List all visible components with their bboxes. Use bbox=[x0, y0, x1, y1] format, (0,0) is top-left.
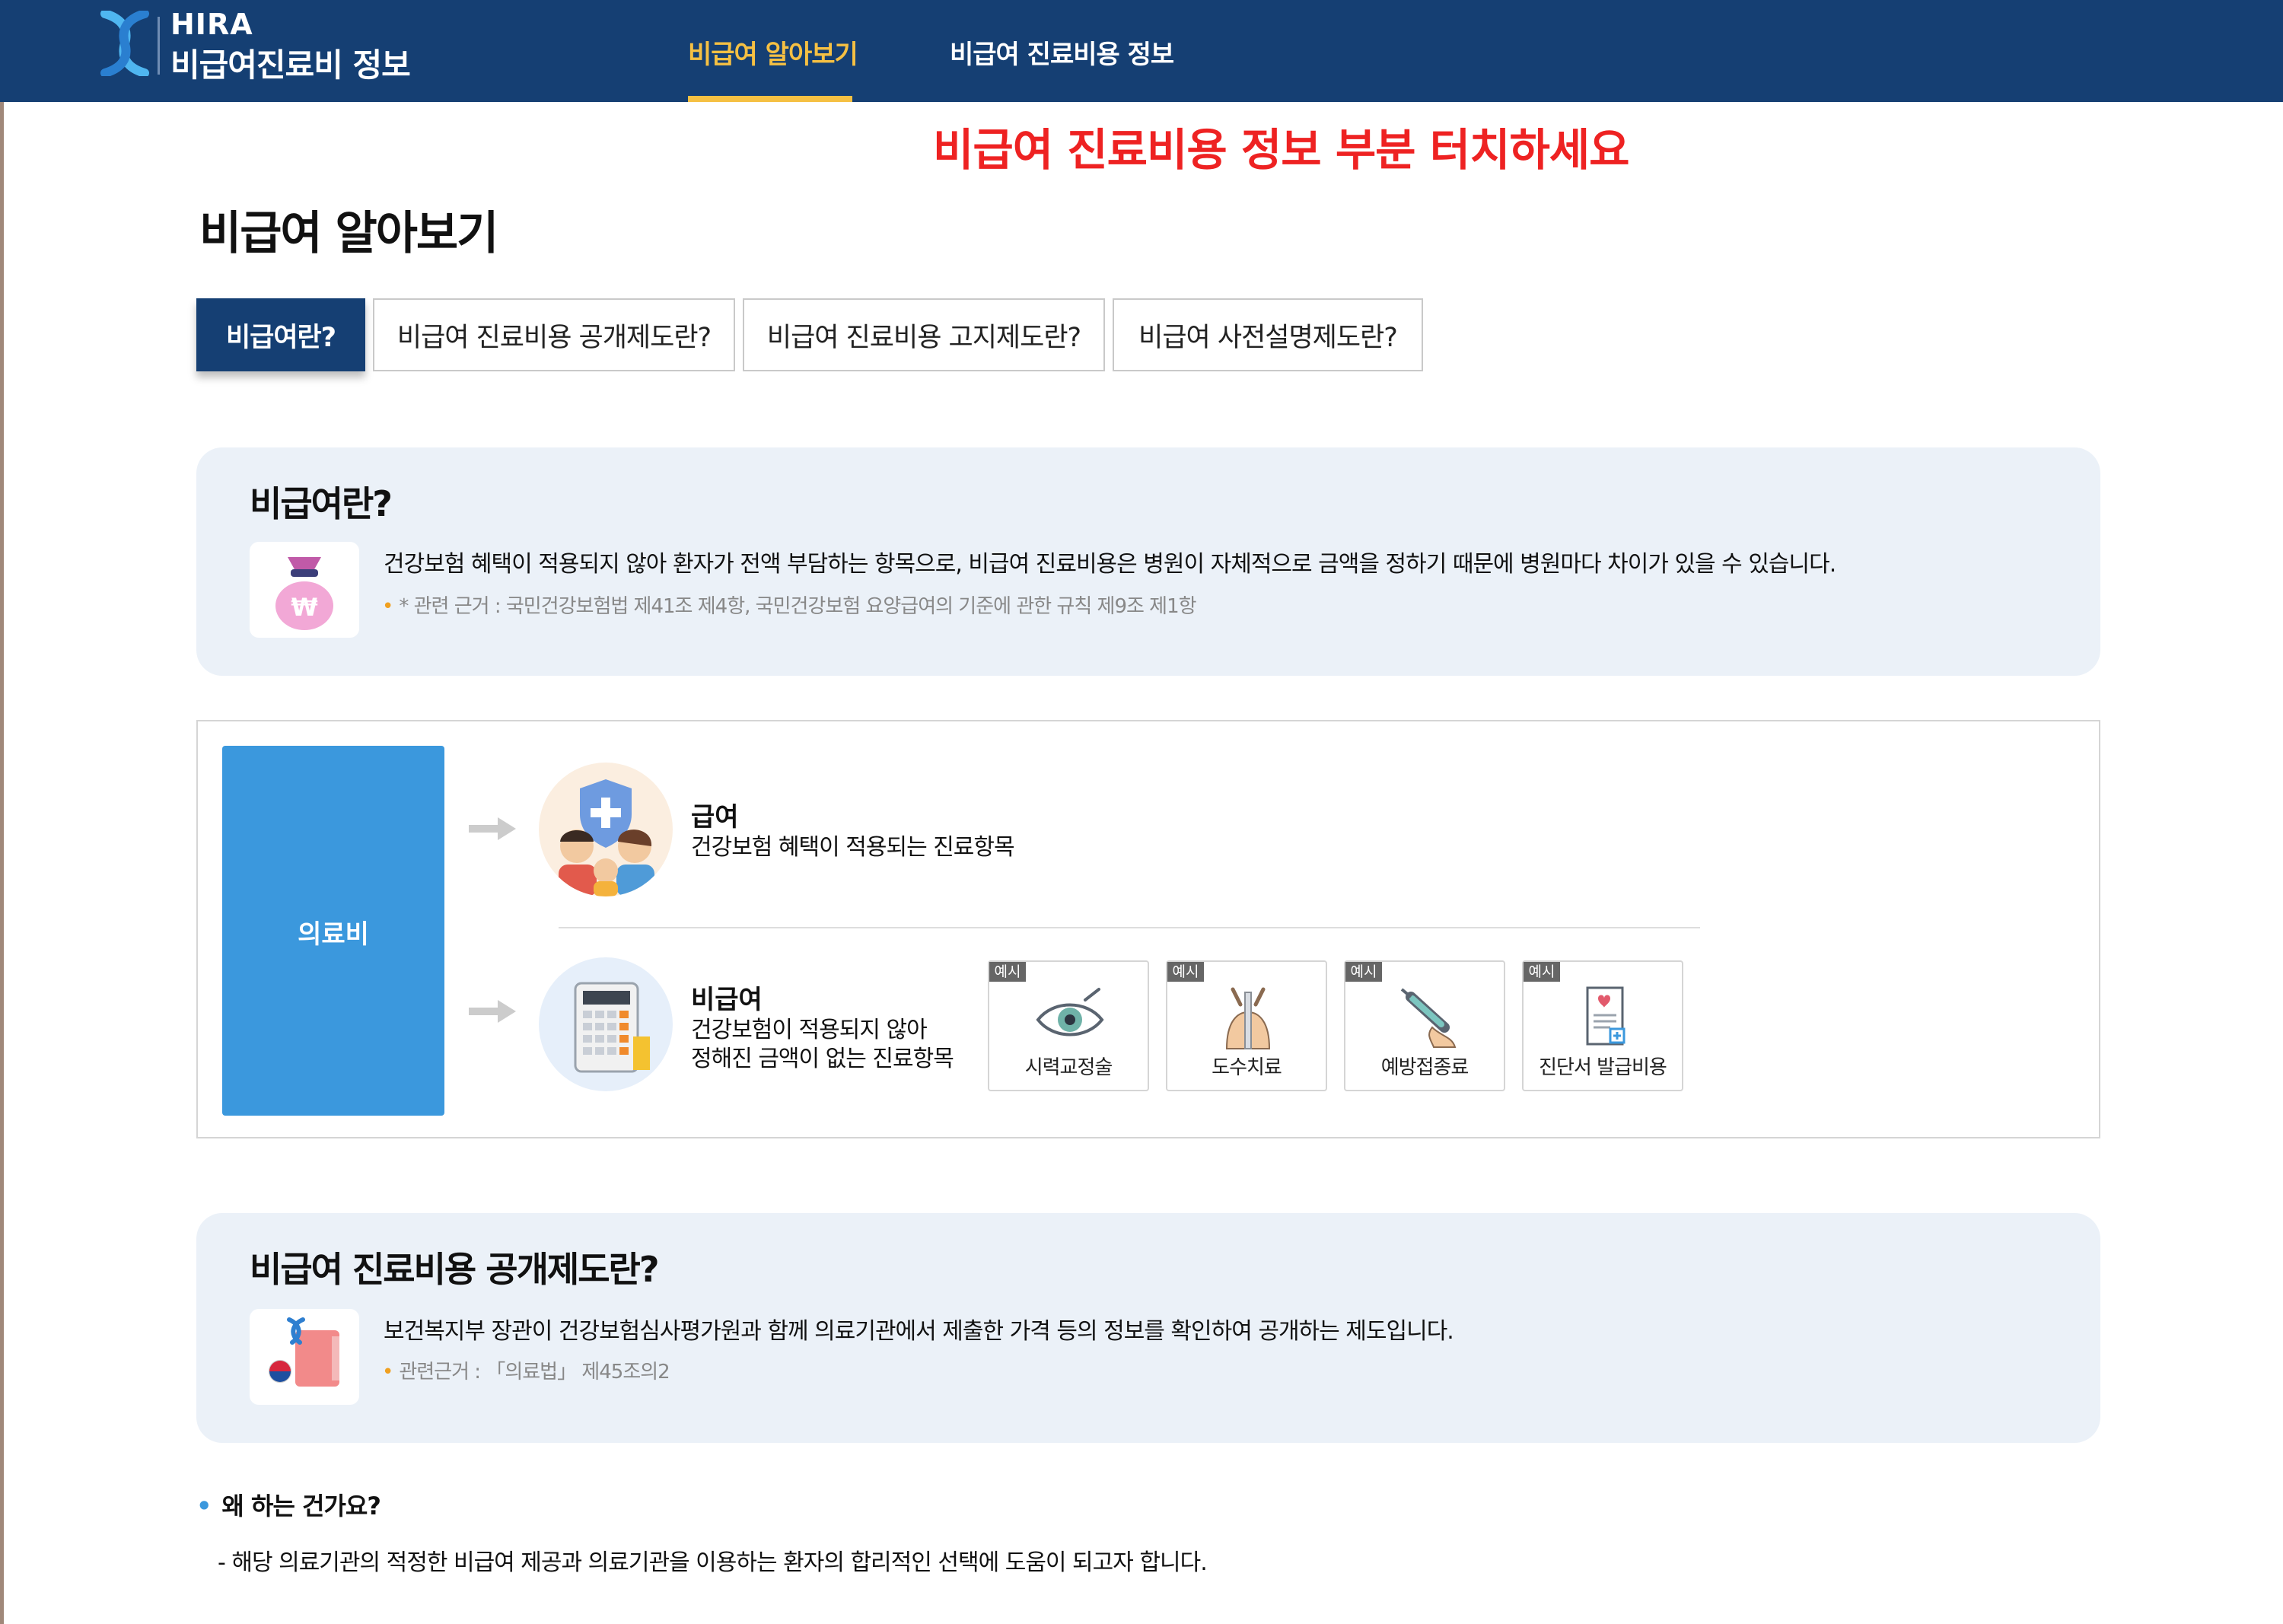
disclosure-book-icon bbox=[250, 1309, 359, 1405]
logo-text-en[interactable]: HIRA bbox=[170, 8, 253, 41]
nav-active-indicator bbox=[688, 96, 852, 102]
cost-disclosure-card: 비급여 진료비용 공개제도란? 보건복지부 장관이 건강보험심사평가원과 함께 … bbox=[196, 1213, 2100, 1443]
card-title: 비급여 진료비용 공개제도란? bbox=[250, 1249, 660, 1290]
example-label: 진단서 발급비용 bbox=[1539, 1056, 1667, 1079]
card-description: 보건복지부 장관이 건강보험심사평가원과 함께 의료기관에서 제출한 가격 등의… bbox=[384, 1318, 1454, 1345]
card-legal-note: • * 관련 근거 : 국민건강보험법 제41조 제4항, 국민건강보험 요양급여… bbox=[382, 595, 1197, 618]
arrow-right-icon bbox=[469, 817, 516, 840]
uncovered-desc-line2: 정해진 금액이 없는 진료항목 bbox=[691, 1046, 954, 1072]
why-question: • 왜 하는 건가요? bbox=[196, 1492, 381, 1521]
logo-divider bbox=[158, 17, 160, 75]
syringe-icon bbox=[1400, 988, 1457, 1048]
nav-item-nonbenefit-about[interactable]: 비급여 알아보기 bbox=[688, 33, 858, 71]
money-bag-icon: ₩ bbox=[250, 542, 359, 638]
nonbenefit-definition-card: 비급여란? ₩ 건강보험 혜택이 적용되지 않아 환자가 전액 부담하는 항목으… bbox=[196, 447, 2100, 676]
family-shield-icon bbox=[539, 763, 673, 896]
page-title: 비급여 알아보기 bbox=[199, 207, 498, 260]
example-badge: 예시 bbox=[989, 962, 1026, 982]
instruction-overlay-text: 비급여 진료비용 정보 부분 터치하세요 bbox=[933, 124, 1630, 176]
medical-cost-box: 의료비 bbox=[222, 746, 444, 1116]
svg-text:₩: ₩ bbox=[291, 593, 317, 622]
uncovered-desc-line1: 건강보험이 적용되지 않아 bbox=[691, 1017, 928, 1043]
medical-cost-label: 의료비 bbox=[298, 919, 369, 950]
tab-nonbenefit-definition[interactable]: 비급여란? bbox=[196, 298, 365, 371]
example-card-manual-therapy: 예시 도수치료 bbox=[1166, 960, 1327, 1091]
eye-icon bbox=[1036, 988, 1104, 1036]
example-card-certificate-fee: 예시 진단서 발급비용 bbox=[1522, 960, 1683, 1091]
tab-cost-notice[interactable]: 비급여 진료비용 고지제도란? bbox=[743, 298, 1105, 371]
card-legal-note: • 관련근거 : 「의료법」 제45조의2 bbox=[382, 1361, 670, 1384]
covered-desc: 건강보험 혜택이 적용되는 진료항목 bbox=[691, 834, 1015, 861]
hira-logo-icon[interactable] bbox=[100, 11, 149, 76]
diagram-divider bbox=[559, 927, 1700, 928]
tab-prior-explanation[interactable]: 비급여 사전설명제도란? bbox=[1113, 298, 1423, 371]
tab-cost-disclosure[interactable]: 비급여 진료비용 공개제도란? bbox=[373, 298, 735, 371]
card-description: 건강보험 혜택이 적용되지 않아 환자가 전액 부담하는 항목으로, 비급여 진… bbox=[384, 551, 1836, 578]
left-edge-rule bbox=[0, 0, 4, 1624]
site-header: HIRA 비급여진료비 정보 비급여 알아보기 비급여 진료비용 정보 bbox=[0, 0, 2283, 102]
uncovered-title: 비급여 bbox=[691, 985, 763, 1015]
manual-therapy-icon bbox=[1225, 987, 1271, 1049]
covered-title: 급여 bbox=[691, 802, 739, 833]
logo-text-ko[interactable]: 비급여진료비 정보 bbox=[170, 40, 411, 86]
coverage-diagram: 의료비 급여 건강보험 혜택이 적용되는 진료항목 비급여 건강보험이 적용되지… bbox=[196, 720, 2100, 1138]
example-badge: 예시 bbox=[1524, 962, 1560, 982]
calculator-icon bbox=[539, 957, 673, 1091]
card-title: 비급여란? bbox=[250, 483, 393, 524]
arrow-right-icon bbox=[469, 1000, 516, 1023]
nav-item-nonbenefit-cost-info[interactable]: 비급여 진료비용 정보 bbox=[950, 33, 1174, 71]
example-card-vision-correction: 예시 시력교정술 bbox=[988, 960, 1149, 1091]
why-answer: - 해당 의료기관의 적정한 비급여 제공과 의료기관을 이용하는 환자의 합리… bbox=[218, 1549, 1208, 1576]
example-label: 시력교정술 bbox=[1024, 1056, 1113, 1079]
example-badge: 예시 bbox=[1167, 962, 1204, 982]
certificate-icon bbox=[1586, 986, 1625, 1046]
example-badge: 예시 bbox=[1345, 962, 1382, 982]
example-card-vaccination: 예시 예방접종료 bbox=[1344, 960, 1505, 1091]
example-label: 예방접종료 bbox=[1380, 1056, 1469, 1079]
example-label: 도수치료 bbox=[1212, 1056, 1282, 1079]
